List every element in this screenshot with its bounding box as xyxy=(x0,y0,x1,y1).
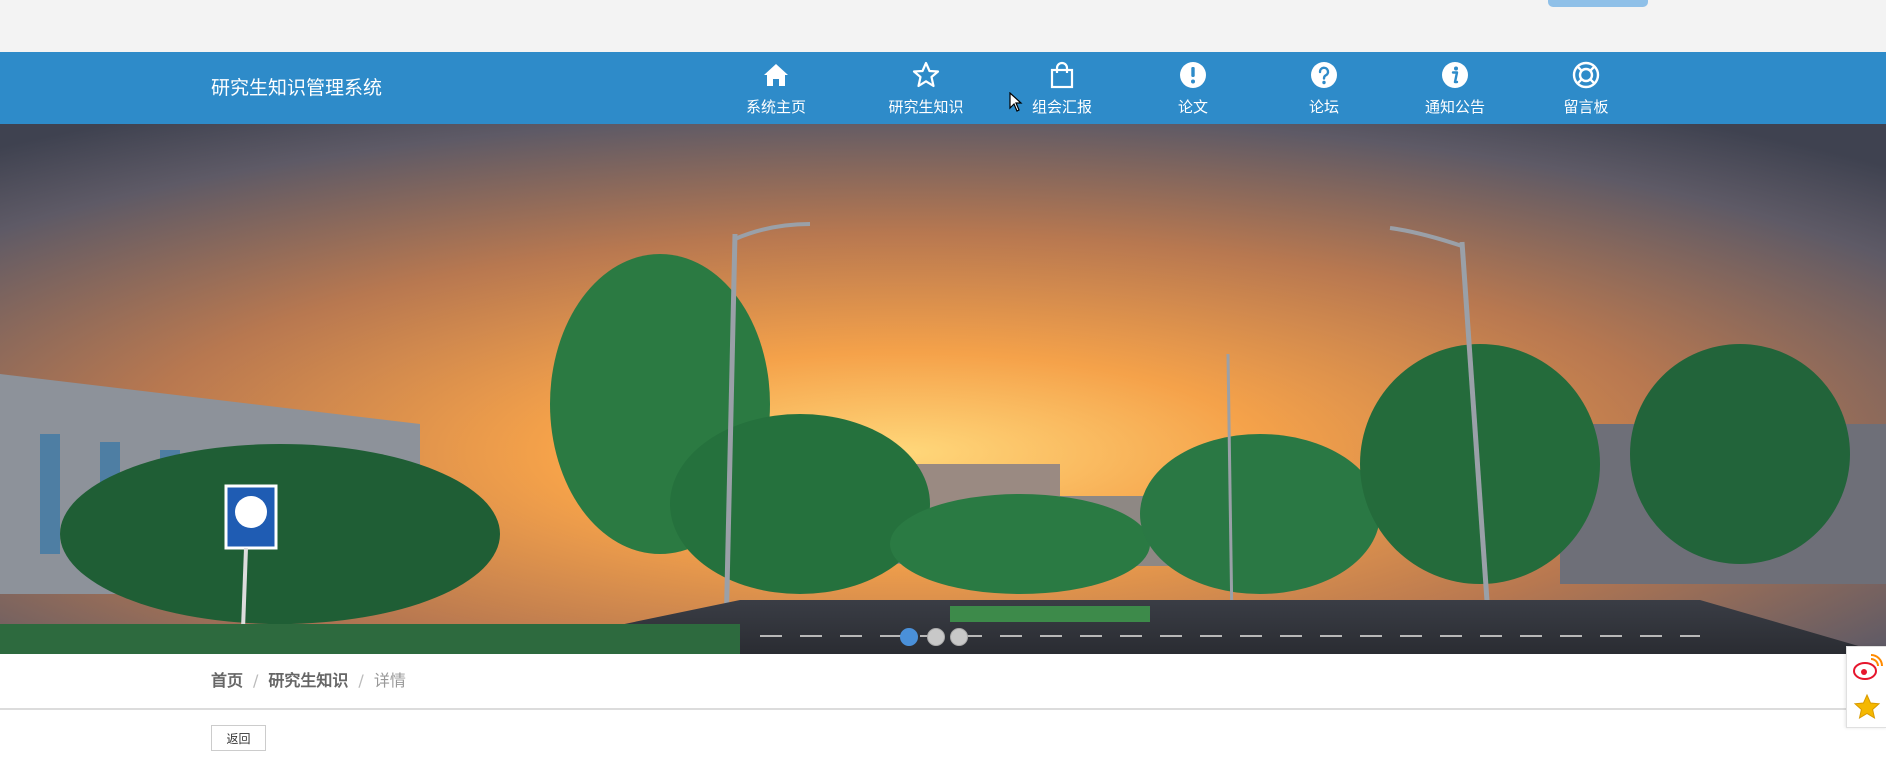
weibo-share-button[interactable] xyxy=(1847,647,1886,687)
breadcrumb-separator: / xyxy=(358,671,364,690)
nav-item-forum[interactable]: 论坛 xyxy=(1264,60,1384,120)
banner-carousel[interactable] xyxy=(0,124,1886,654)
question-circle-icon xyxy=(1311,62,1337,88)
carousel-dot-3[interactable] xyxy=(950,628,968,646)
breadcrumb-current: 详情 xyxy=(373,671,406,690)
star-icon xyxy=(912,61,940,88)
exclamation-circle-icon xyxy=(1180,62,1206,88)
campus-sunset-photo xyxy=(0,124,1886,654)
side-share-toolbar xyxy=(1846,646,1886,728)
nav-label: 研究生知识 xyxy=(888,98,964,116)
breadcrumb-section-link[interactable]: 研究生知识 xyxy=(268,671,348,690)
nav-item-knowledge[interactable]: 研究生知识 xyxy=(866,60,986,120)
home-icon xyxy=(764,64,788,86)
favorite-star-icon xyxy=(1853,693,1881,720)
favorite-button[interactable] xyxy=(1847,687,1886,727)
main-navbar: 研究生知识管理系统 系统主页 研究生知识 组会汇报 论文 论坛 通知公告 留言板 xyxy=(0,52,1886,124)
nav-item-message-board[interactable]: 留言板 xyxy=(1526,60,1646,120)
top-bar xyxy=(0,0,1886,52)
nav-label: 系统主页 xyxy=(745,98,806,116)
breadcrumb-bar: 首页 / 研究生知识 / 详情 xyxy=(0,654,1886,710)
mouse-cursor-icon xyxy=(1009,92,1023,112)
back-button[interactable]: 返回 xyxy=(211,725,266,751)
nav-label: 论坛 xyxy=(1308,98,1339,116)
nav-label: 通知公告 xyxy=(1424,98,1485,116)
breadcrumb-home-link[interactable]: 首页 xyxy=(211,671,243,690)
carousel-dot-1[interactable] xyxy=(900,628,918,646)
breadcrumb: 首页 / 研究生知识 / 详情 xyxy=(211,654,406,708)
nav-item-papers[interactable]: 论文 xyxy=(1133,60,1253,120)
breadcrumb-separator: / xyxy=(253,671,259,690)
top-login-button[interactable] xyxy=(1548,0,1648,7)
site-brand[interactable]: 研究生知识管理系统 xyxy=(211,52,382,124)
nav-item-announcements[interactable]: 通知公告 xyxy=(1395,60,1515,120)
nav-label: 论文 xyxy=(1177,98,1208,116)
weibo-icon xyxy=(1853,654,1883,680)
nav-label: 留言板 xyxy=(1563,98,1609,116)
nav-item-home[interactable]: 系统主页 xyxy=(716,60,836,120)
lifebuoy-icon xyxy=(1572,61,1600,89)
shopping-bag-icon xyxy=(1050,61,1074,89)
carousel-dot-2[interactable] xyxy=(927,628,945,646)
info-circle-icon xyxy=(1442,62,1468,88)
